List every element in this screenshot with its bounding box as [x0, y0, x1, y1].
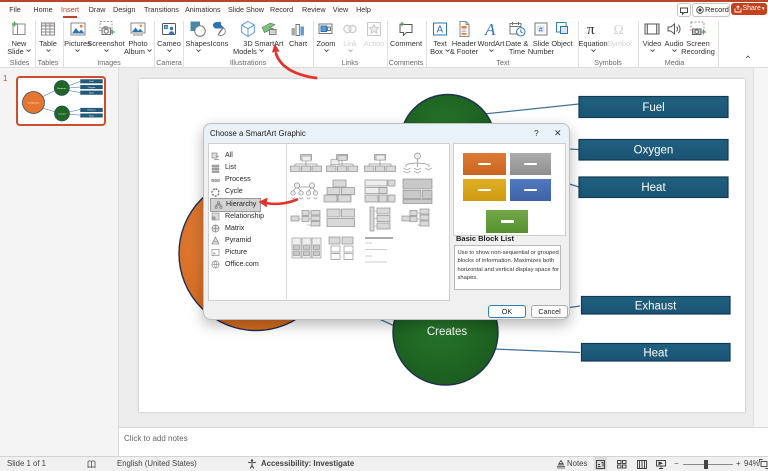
svg-text:Heat: Heat — [89, 92, 94, 95]
svg-text:Fuel: Fuel — [89, 81, 94, 83]
svg-text:Oxygen: Oxygen — [88, 87, 96, 89]
svg-text:A: A — [437, 25, 444, 36]
svg-text:Oxygen: Oxygen — [634, 145, 674, 157]
svg-text:Combustion: Combustion — [28, 101, 40, 104]
svg-text:Heat: Heat — [89, 114, 94, 117]
svg-text:Requires: Requires — [57, 87, 67, 90]
svg-text:Exhaust: Exhaust — [88, 109, 96, 112]
svg-text:Creates: Creates — [58, 112, 67, 115]
svg-text:Fuel: Fuel — [642, 102, 664, 114]
svg-text:Creates: Creates — [427, 326, 468, 338]
svg-text:#: # — [539, 27, 543, 34]
svg-text:Heat: Heat — [643, 348, 668, 360]
svg-text:Ω: Ω — [613, 22, 623, 37]
svg-text:π: π — [587, 22, 595, 38]
svg-text:A: A — [484, 20, 496, 38]
svg-text:Exhaust: Exhaust — [635, 301, 677, 313]
svg-text:Pa: Pa — [165, 25, 169, 29]
svg-text:Heat: Heat — [641, 182, 666, 194]
